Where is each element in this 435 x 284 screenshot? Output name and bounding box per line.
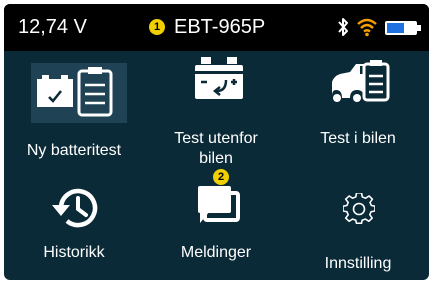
tile-test-in-car[interactable]: Test i bilen (288, 51, 428, 169)
tile-messages[interactable]: 2 Meldinger (146, 169, 286, 280)
history-icon (52, 188, 98, 228)
tile-new-battery-test[interactable]: Ny batteritest (4, 51, 144, 169)
gear-icon (343, 193, 375, 225)
tile-label: Historikk (43, 244, 105, 261)
battery-checklist-icon (31, 63, 127, 123)
tile-label: Test i bilen (320, 130, 396, 147)
messages-icon (198, 186, 240, 223)
battery-tip (417, 25, 421, 31)
tile-test-outside-car[interactable]: Test utenfor bilen (146, 51, 286, 169)
callout-badge-1: 1 (149, 19, 165, 35)
tile-label-line2: bilen (199, 150, 233, 167)
device-name: EBT-965P (174, 16, 266, 38)
tile-history[interactable]: Historikk (4, 169, 144, 280)
tile-label: Ny batteritest (26, 142, 122, 159)
tile-label: Meldinger (180, 244, 252, 261)
tile-label-line1: Test utenfor (174, 130, 258, 147)
bluetooth-icon (338, 18, 348, 36)
battery-icon (195, 57, 243, 99)
battery-indicator (385, 21, 421, 35)
voltage-readout: 12,74 V (18, 16, 87, 38)
wifi-icon (357, 18, 377, 37)
tile-settings[interactable]: Innstilling (288, 169, 428, 280)
tile-label: Innstilling (324, 255, 392, 272)
main-screen: 12,74 V 1 EBT-965P Ny batteritest Test u… (4, 4, 429, 280)
car-checklist-icon (332, 60, 390, 102)
status-bar: 12,74 V 1 EBT-965P (4, 4, 429, 51)
battery-level-fill (387, 23, 404, 33)
callout-badge-2: 2 (213, 169, 229, 185)
